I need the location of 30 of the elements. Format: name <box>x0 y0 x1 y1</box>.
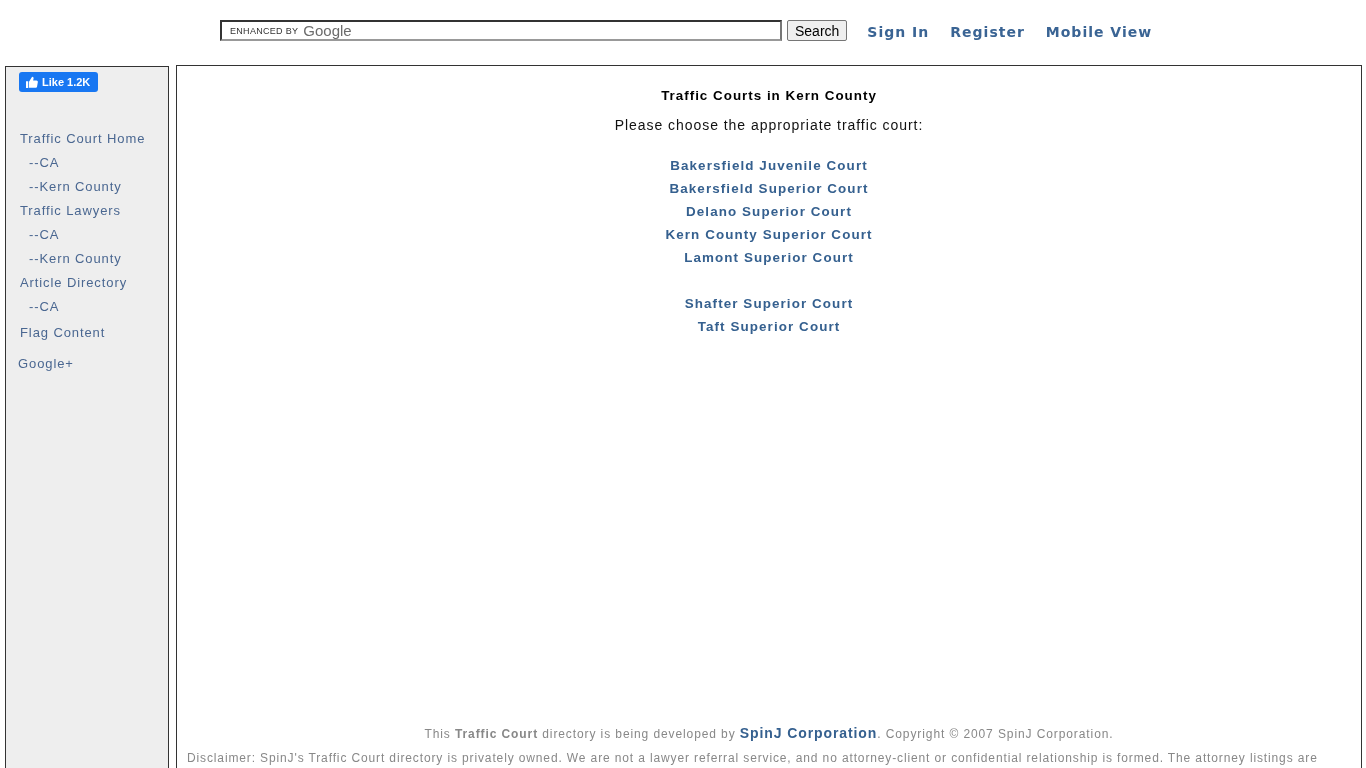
intro-text: Please choose the appropriate traffic court: <box>614 116 924 135</box>
court-link[interactable]: Shafter Superior Court <box>684 292 854 315</box>
sidebar-link[interactable]: Article Directory <box>20 271 128 295</box>
page-title: Traffic Courts in Kern County <box>661 87 877 105</box>
credit-text: This Traffic Court directory is being developed by SpinJ Corporation. Copyright © 2007 SpinJ Corporation. <box>424 724 1114 743</box>
court-link[interactable]: Kern County Superior Court <box>665 223 873 246</box>
header-link[interactable]: Register <box>950 23 1025 40</box>
sidebar-link[interactable]: --CA <box>20 223 60 247</box>
sidebar-link[interactable]: Traffic Lawyers <box>20 199 121 223</box>
header-link[interactable]: Sign In <box>867 23 930 40</box>
social-link[interactable]: Google+ <box>18 352 74 376</box>
court-link[interactable]: Lamont Superior Court <box>684 246 854 269</box>
header-link[interactable]: Mobile View <box>1045 23 1153 40</box>
sidebar-link[interactable]: --CA <box>20 151 60 175</box>
sidebar-link[interactable]: Traffic Court Home <box>20 127 146 151</box>
sidebar-link[interactable]: --Kern County <box>20 247 122 271</box>
like-button[interactable]: Like 1.2K <box>19 72 99 92</box>
court-link[interactable]: Bakersfield Superior Court <box>669 177 869 200</box>
search-field[interactable]: ENHANCED BY Google <box>220 20 782 41</box>
sidebar-link[interactable]: --Kern County <box>20 175 122 199</box>
flag-content-link[interactable]: Flag Content <box>20 321 106 345</box>
search-branding: ENHANCED BY Google <box>230 23 352 38</box>
search-button[interactable]: Search <box>787 20 848 41</box>
court-link[interactable]: Bakersfield Juvenile Court <box>670 154 868 177</box>
disclaimer-text: Disclaimer: SpinJ's Traffic Court directory is privately owned. We are not a lawyer referral service, and no attorney-client or confidential relationship is formed. The attorney listings are <box>187 750 1319 766</box>
court-link[interactable]: Delano Superior Court <box>686 200 852 223</box>
thumbs-up-icon <box>26 76 38 88</box>
court-link[interactable]: Taft Superior Court <box>697 315 841 338</box>
company-link[interactable]: SpinJ Corporation <box>739 725 878 741</box>
sidebar-link[interactable]: --CA <box>20 295 60 319</box>
